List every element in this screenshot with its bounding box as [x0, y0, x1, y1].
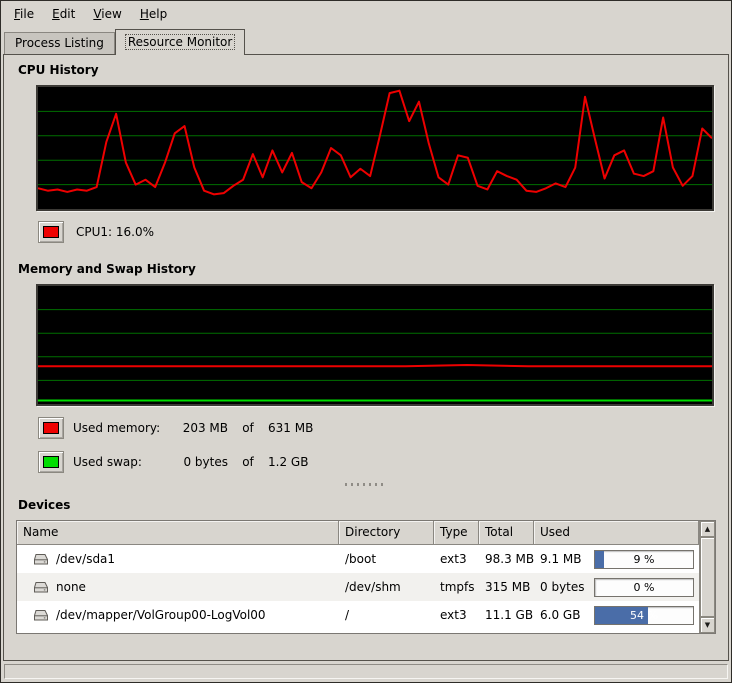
devices-table-body: /dev/sda1 /boot ext3 98.3 MB 9.1 MB 9 % … [17, 545, 699, 633]
menu-edit[interactable]: Edit [43, 3, 84, 25]
menu-file[interactable]: File [5, 3, 43, 25]
scroll-up-button[interactable]: ▲ [700, 521, 715, 537]
usage-percent-label: 0 % [595, 579, 693, 596]
drive-icon [33, 609, 49, 622]
usage-percent-label: 9 % [595, 551, 693, 568]
drive-icon [33, 553, 49, 566]
tab-resource-monitor-label: Resource Monitor [126, 35, 234, 49]
device-type: tmpfs [434, 580, 479, 594]
usage-progressbar: 54 % [594, 606, 694, 625]
devices-table-header: Name Directory Type Total Used [17, 521, 699, 545]
swap-label: Used swap: [73, 455, 165, 469]
scrollbar-trough [700, 537, 715, 617]
memory-history-chart [36, 284, 714, 406]
usage-percent-label: 54 % [595, 607, 693, 624]
memory-color [43, 422, 59, 434]
system-monitor-window: File Edit View Help Process Listing Reso… [0, 0, 732, 683]
memory-of-label: of [237, 421, 259, 435]
vertical-scrollbar: ▲ ▼ [699, 521, 715, 633]
memory-label: Used memory: [73, 421, 165, 435]
tab-resource-monitor[interactable]: Resource Monitor [115, 29, 245, 55]
memory-used-value: 203 MB [174, 421, 228, 435]
memory-history-graph [38, 286, 712, 404]
column-header-type[interactable]: Type [434, 521, 479, 545]
device-name: /dev/mapper/VolGroup00-LogVol00 [56, 608, 266, 622]
device-directory: / [339, 608, 434, 622]
swap-total-value: 1.2 GB [268, 455, 716, 469]
column-header-name[interactable]: Name [17, 521, 339, 545]
menu-help[interactable]: Help [131, 3, 176, 25]
memory-total-value: 631 MB [268, 421, 716, 435]
swap-legend-row: Used swap: 0 bytes of 1.2 GB [38, 450, 716, 474]
usage-progressbar: 0 % [594, 578, 694, 597]
tab-process-listing-label: Process Listing [15, 36, 104, 50]
device-total: 11.1 GB [479, 608, 534, 622]
usage-progressbar: 9 % [594, 550, 694, 569]
tab-process-listing[interactable]: Process Listing [4, 32, 115, 54]
device-total: 98.3 MB [479, 552, 534, 566]
device-directory: /boot [339, 552, 434, 566]
scroll-down-button[interactable]: ▼ [700, 617, 715, 633]
swap-used-value: 0 bytes [174, 455, 228, 469]
device-used: 0 bytes [540, 580, 585, 594]
drive-icon [33, 581, 49, 594]
device-used: 9.1 MB [540, 552, 581, 566]
column-header-used[interactable]: Used [534, 521, 699, 545]
column-header-directory[interactable]: Directory [339, 521, 434, 545]
memory-history-title: Memory and Swap History [18, 262, 716, 278]
table-row[interactable]: none /dev/shm tmpfs 315 MB 0 bytes 0 % [17, 573, 699, 601]
cpu-history-title: CPU History [18, 63, 716, 79]
memory-legend-row: Used memory: 203 MB of 631 MB [38, 416, 716, 440]
device-name: none [56, 580, 86, 594]
swap-of-label: of [237, 455, 259, 469]
cpu1-color [43, 226, 59, 238]
cpu-legend: CPU1: 16.0% [38, 220, 716, 244]
resource-monitor-page: CPU History CPU1: 16.0% Memory and Swap … [3, 54, 729, 661]
memory-color-swatch[interactable] [38, 417, 64, 439]
cpu1-color-swatch[interactable] [38, 221, 64, 243]
devices-table: Name Directory Type Total Used /dev/sda1… [16, 520, 716, 634]
swap-color [43, 456, 59, 468]
device-total: 315 MB [479, 580, 534, 594]
devices-title: Devices [18, 498, 716, 514]
menu-bar: File Edit View Help [1, 1, 731, 27]
device-directory: /dev/shm [339, 580, 434, 594]
device-used: 6.0 GB [540, 608, 580, 622]
table-row[interactable]: /dev/sda1 /boot ext3 98.3 MB 9.1 MB 9 % [17, 545, 699, 573]
swap-color-swatch[interactable] [38, 451, 64, 473]
cpu1-legend-label: CPU1: 16.0% [76, 225, 154, 239]
devices-table-main: Name Directory Type Total Used /dev/sda1… [17, 521, 699, 633]
cpu-history-chart [36, 85, 714, 211]
device-type: ext3 [434, 608, 479, 622]
menu-view[interactable]: View [84, 3, 130, 25]
tab-bar: Process Listing Resource Monitor [1, 27, 731, 54]
device-type: ext3 [434, 552, 479, 566]
cpu-history-graph [38, 87, 712, 209]
scrollbar-thumb[interactable] [700, 537, 715, 617]
column-header-total[interactable]: Total [479, 521, 534, 545]
pane-resize-grip[interactable] [345, 481, 387, 488]
table-row[interactable]: /dev/mapper/VolGroup00-LogVol00 / ext3 1… [17, 601, 699, 629]
device-name: /dev/sda1 [56, 552, 115, 566]
status-bar [4, 664, 728, 679]
